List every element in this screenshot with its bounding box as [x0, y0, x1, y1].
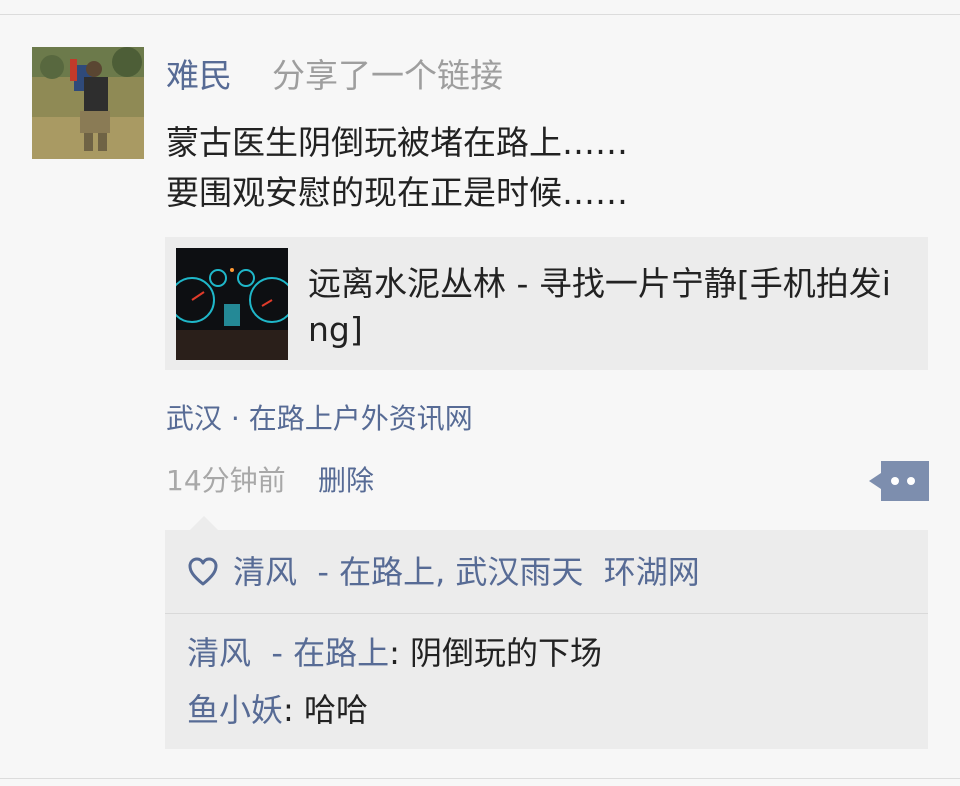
user-name[interactable]: 难民: [166, 56, 232, 96]
share-action-text: 分享了一个链接: [272, 56, 503, 95]
likes-names[interactable]: 清风 - 在路上, 武汉雨天 环湖网: [233, 552, 700, 592]
top-divider: [0, 14, 960, 15]
avatar[interactable]: [32, 47, 144, 159]
post-timestamp: 14分钟前: [166, 464, 286, 497]
delete-button[interactable]: 删除: [318, 462, 374, 500]
comment-text: 阴倒玩的下场: [410, 634, 603, 672]
bottom-divider: [0, 778, 960, 779]
post-text-line: 要围观安慰的现在正是时候……: [166, 173, 628, 212]
comment-separator: :: [283, 691, 304, 729]
post-text-line: 蒙古医生阴倒玩被堵在路上……: [166, 123, 628, 162]
comment-item[interactable]: 清风 - 在路上: 阴倒玩的下场: [187, 633, 602, 673]
location-link[interactable]: 武汉 · 在路上户外资讯网: [166, 400, 473, 438]
link-thumbnail: [176, 248, 288, 360]
likes-row: 清风 - 在路上, 武汉雨天 环湖网: [165, 530, 928, 614]
comment-item[interactable]: 鱼小妖: 哈哈: [187, 690, 368, 730]
link-title: 远离水泥丛林 - 寻找一片宁静[手机拍发ing]: [308, 264, 891, 349]
comment-author[interactable]: 鱼小妖: [187, 691, 283, 729]
comment-text: 哈哈: [303, 691, 368, 729]
comment-author[interactable]: 清风 - 在路上: [187, 634, 389, 672]
post-text: 蒙古医生阴倒玩被堵在路上…… 要围观安慰的现在正是时候……: [166, 118, 628, 218]
interaction-arrow: [190, 516, 218, 530]
shared-link-card[interactable]: 远离水泥丛林 - 寻找一片宁静[手机拍发ing]: [165, 237, 928, 370]
heart-outline-icon: [188, 557, 218, 586]
comment-separator: :: [389, 634, 411, 672]
comment-dots-icon[interactable]: [869, 461, 929, 501]
likes-comments-box: 清风 - 在路上, 武汉雨天 环湖网 清风 - 在路上: 阴倒玩的下场 鱼小妖:…: [165, 530, 928, 749]
